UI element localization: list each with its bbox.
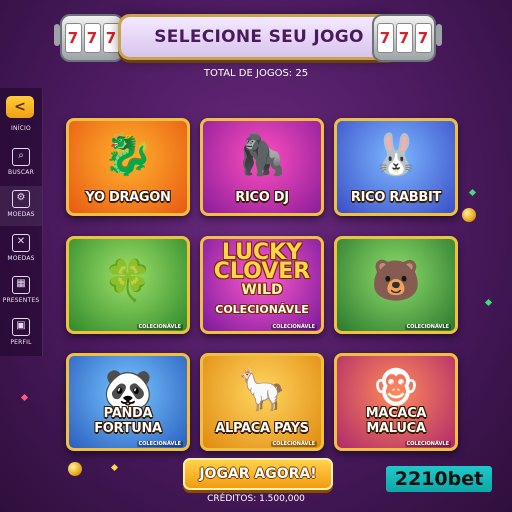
sidebar-item-buscar[interactable]: ⌕ BUSCAR: [0, 148, 42, 176]
game-title: MACACA MALUCA: [365, 406, 427, 436]
leprechaun-icon: 🍀: [103, 258, 153, 304]
sidebar-item-perfil[interactable]: ▣ PERFIL: [0, 318, 42, 346]
sparkle-decoration: [484, 298, 493, 307]
coin-decoration: [462, 208, 476, 222]
credits-balance: CRÉDITOS: 1.500,000: [207, 494, 305, 504]
game-title: YO DRAGON: [85, 190, 171, 205]
game-title: PANDA FORTUNA: [94, 406, 162, 436]
sidebar-item-label: PRESENTES: [2, 297, 40, 304]
bear-icon: 🐻: [371, 258, 421, 304]
sparkle-decoration: [20, 393, 29, 402]
coins-icon: ⚙: [12, 190, 30, 208]
sidebar: < INÍCIO ⌕ BUSCAR ⚙ MOEDAS ✕ MOEDAS ▦ PR…: [0, 88, 43, 356]
game-title: RICO DJ: [235, 190, 289, 205]
game-card-panda-fortuna[interactable]: 🐼 PANDA FORTUNA COLECIONÁVLE: [66, 353, 190, 451]
back-button[interactable]: <: [6, 96, 34, 118]
game-title: ALPACA PAYS: [215, 421, 309, 436]
page-title: SELECIONE SEU JOGO: [154, 27, 364, 47]
game-card-leprechaun[interactable]: 🍀 COLECIONÁVLE: [66, 236, 190, 334]
game-card-yo-dragon[interactable]: 🐉 YO DRAGON: [66, 118, 190, 216]
search-icon: ⌕: [12, 148, 30, 166]
chevron-left-icon: <: [14, 99, 26, 115]
sparkle-decoration: [468, 188, 477, 197]
game-card-rico-rabbit[interactable]: 🐰 RICO RABBIT: [334, 118, 458, 216]
brand-logo: 2210bet: [386, 466, 492, 492]
play-now-button[interactable]: JOGAR AGORA!: [183, 458, 333, 490]
game-title: RICO RABBIT: [350, 190, 442, 205]
game-card-alpaca-pays[interactable]: 🦙 ALPACA PAYS COLECIONÁVLE: [200, 353, 324, 451]
slot-machine-icon: 7 7 7: [54, 14, 124, 62]
sidebar-item-presentes[interactable]: ▦ PRESENTES: [0, 276, 42, 304]
sidebar-item-label: MOEDAS: [7, 255, 35, 262]
collectible-badge: COLECIONÁVLE: [270, 441, 317, 447]
page-title-banner: SELECIONE SEU JOGO: [118, 14, 400, 60]
rabbit-icon: 🐰: [371, 132, 421, 178]
collectible-badge: COLECIONÁVLE: [404, 324, 451, 330]
collectible-badge: COLECIONÁVLE: [136, 324, 183, 330]
sidebar-item-label: MOEDAS: [7, 211, 35, 218]
slot-machine-icon: 7 7 7: [372, 14, 442, 62]
sidebar-item-label: BUSCAR: [8, 169, 34, 176]
game-card-lucky-clover-wild[interactable]: LUCKY CLOVER WILD COLECIONÁVLE COLECIONÁ…: [200, 236, 324, 334]
game-card-rico-dj[interactable]: 🦍 RICO DJ: [200, 118, 324, 216]
collectible-badge: COLECIONÁVLE: [270, 324, 317, 330]
collectible-badge: COLECIONÁVLE: [136, 441, 183, 447]
sidebar-item-inicio[interactable]: INÍCIO: [0, 122, 42, 132]
game-card-macaca-maluca[interactable]: 🐵 MACACA MALUCA COLECIONÁVLE: [334, 353, 458, 451]
gift-icon: ▦: [12, 276, 30, 294]
dragon-icon: 🐉: [103, 132, 153, 178]
gorilla-icon: 🦍: [237, 132, 287, 178]
sparkle-decoration: [110, 463, 119, 472]
total-games-count: TOTAL DE JOGOS: 25: [203, 68, 309, 79]
sidebar-item-label: PERFIL: [10, 339, 32, 346]
sidebar-item-moedas[interactable]: ⚙ MOEDAS: [0, 186, 42, 226]
sidebar-item-moedas-2[interactable]: ✕ MOEDAS: [0, 234, 42, 262]
game-card-bear[interactable]: 🐻 COLECIONÁVLE: [334, 236, 458, 334]
collectible-badge: COLECIONÁVLE: [404, 441, 451, 447]
sidebar-item-label: INÍCIO: [11, 125, 31, 132]
lucky-clover-logo: LUCKY CLOVER WILD COLECIONÁVLE: [213, 240, 311, 317]
tickets-icon: ✕: [12, 234, 30, 252]
profile-icon: ▣: [12, 318, 30, 336]
alpaca-icon: 🦙: [237, 367, 287, 413]
coin-decoration: [68, 462, 82, 476]
